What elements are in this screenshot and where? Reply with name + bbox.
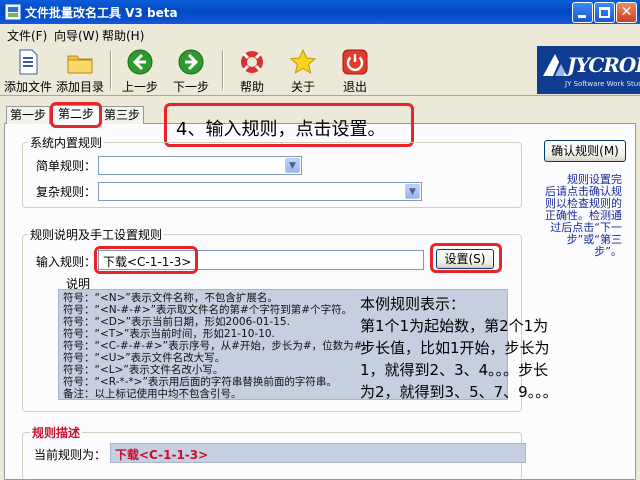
maximize-icon bbox=[599, 7, 610, 18]
power-icon bbox=[342, 49, 368, 75]
example-line: 步长值，比如1开始，步长为 bbox=[360, 339, 550, 357]
star-icon bbox=[289, 48, 317, 74]
exit-label: 退出 bbox=[342, 80, 367, 94]
confirm-rule-button[interactable]: 确认规则(M) bbox=[544, 140, 626, 162]
add-file-icon bbox=[19, 49, 38, 75]
help-label: 帮助 bbox=[239, 80, 264, 94]
desc-line: 符号：“<N>”表示文件名称，不包含扩展名。 bbox=[63, 292, 278, 304]
tab-step-3[interactable]: 第三步 bbox=[100, 106, 144, 124]
desc-line: 符号：“<R-*-*>”表示用后面的字符串替换前面的字符串。 bbox=[63, 376, 337, 388]
example-line: 本例规则表示： bbox=[360, 295, 466, 313]
builtin-rules-legend: 系统内置规则 bbox=[28, 134, 105, 151]
maximize-button[interactable] bbox=[594, 2, 615, 23]
current-rule-value: 下载<C-1-1-3> bbox=[110, 443, 526, 463]
manual-rules-legend: 规则说明及手工设置规则 bbox=[28, 226, 165, 243]
chevron-down-icon[interactable]: ▼ bbox=[285, 158, 300, 173]
close-icon: ✕ bbox=[620, 4, 633, 20]
prev-step-button[interactable]: 上一步 bbox=[112, 46, 168, 94]
desc-line: 符号：“<L>”表示文件名改小写。 bbox=[63, 364, 224, 376]
add-file-button[interactable]: 添加文件 bbox=[0, 46, 56, 94]
window-title: 文件批量改名工具 V3 beta bbox=[25, 6, 178, 20]
next-step-label: 下一步 bbox=[172, 80, 209, 94]
title-bar: 文件批量改名工具 V3 beta ✕ bbox=[0, 0, 640, 24]
simple-rule-select[interactable]: ▼ bbox=[98, 156, 302, 175]
folder-icon bbox=[67, 55, 93, 74]
desc-line: 符号：“<N-#-#>”表示取文件名的第#个字符到第#个字符。 bbox=[63, 304, 353, 316]
prev-step-label: 上一步 bbox=[121, 80, 158, 94]
callout-text: 4、输入规则，点击设置。 bbox=[176, 119, 386, 140]
arrow-right-icon bbox=[178, 49, 204, 75]
help-button[interactable]: 帮助 bbox=[224, 46, 280, 94]
input-rule-label: 输入规则： bbox=[36, 255, 97, 269]
about-button[interactable]: 关于 bbox=[275, 46, 331, 94]
side-note-line: 步”。 bbox=[594, 245, 622, 258]
simple-rule-label: 简单规则： bbox=[36, 159, 97, 173]
side-note: 规则设置完 后请点击确认规 则以检查规则的 正确性。检测通 过后点击“下一 步”… bbox=[536, 174, 622, 258]
complex-rule-label: 复杂规则： bbox=[36, 185, 97, 199]
example-line: 1，就得到2、3、4。。。步长 bbox=[360, 361, 549, 379]
input-highlight-box bbox=[94, 246, 198, 274]
desc-line: 备注：以上标记使用中均不包含引号。 bbox=[63, 388, 242, 400]
menu-help[interactable]: 帮助(H) bbox=[102, 27, 144, 44]
desc-line: 符号：“<D>”表示当前日期，形如2006-01-15. bbox=[63, 316, 290, 328]
menu-bar: 文件(F) 向导(W) 帮助(H) bbox=[0, 24, 640, 44]
example-line: 第1个1为起始数，第2个1为 bbox=[360, 317, 549, 335]
rule-desc-legend: 规则描述 bbox=[30, 424, 83, 441]
about-label: 关于 bbox=[290, 80, 315, 94]
logo-mark-icon bbox=[543, 54, 567, 76]
set-highlight-box bbox=[430, 243, 502, 273]
example-line: 为2，就得到3、5、7、9。。。 bbox=[360, 383, 558, 401]
close-button[interactable]: ✕ bbox=[616, 2, 637, 23]
desc-line: 符号：“<T>”表示当前时间，形如21-10-10. bbox=[63, 328, 275, 340]
menu-file[interactable]: 文件(F) bbox=[7, 27, 47, 44]
tab-highlight-box bbox=[50, 102, 102, 128]
example-explanation: 本例规则表示： 第1个1为起始数，第2个1为 步长值，比如1开始，步长为 1，就… bbox=[360, 293, 590, 403]
next-step-button[interactable]: 下一步 bbox=[163, 46, 219, 94]
current-rule-label: 当前规则为： bbox=[34, 448, 107, 462]
add-file-label: 添加文件 bbox=[3, 80, 52, 94]
lifebuoy-help-icon bbox=[241, 51, 263, 73]
brand-logo: JYCROP JY Software Work Studio bbox=[537, 46, 640, 94]
arrow-left-icon bbox=[127, 49, 153, 75]
add-directory-label: 添加目录 bbox=[55, 80, 104, 94]
logo-studio: JY Software Work Studio bbox=[565, 80, 640, 88]
desc-line: 符号：“<C-#-#-#>”表示序号，从#开始，步长为#，位数为#。 bbox=[63, 340, 373, 352]
tab-step-1[interactable]: 第一步 bbox=[6, 106, 50, 124]
app-icon bbox=[5, 4, 21, 20]
menu-wizard[interactable]: 向导(W) bbox=[54, 27, 99, 44]
desc-line: 符号：“<U>”表示文件名改大写。 bbox=[63, 352, 226, 364]
logo-brand: JYCROP bbox=[567, 53, 640, 77]
minimize-button[interactable] bbox=[572, 2, 593, 23]
exit-button[interactable]: 退出 bbox=[327, 46, 383, 94]
minimize-icon bbox=[578, 15, 586, 18]
chevron-down-icon[interactable]: ▼ bbox=[405, 184, 420, 199]
add-directory-button[interactable]: 添加目录 bbox=[52, 46, 108, 94]
complex-rule-select[interactable]: ▼ bbox=[98, 182, 422, 201]
